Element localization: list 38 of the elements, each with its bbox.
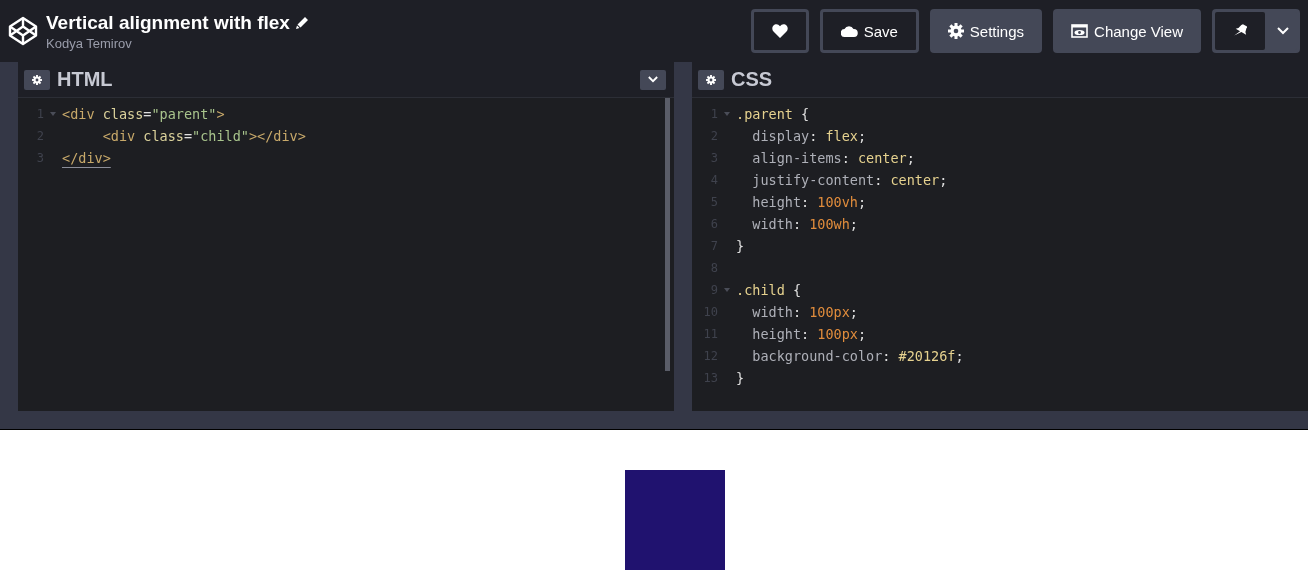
collapse-button[interactable] <box>640 69 666 90</box>
caret-icon <box>1277 27 1289 35</box>
gear-icon <box>32 74 42 85</box>
settings-icon-button[interactable] <box>24 69 50 90</box>
eye-window-icon <box>1071 24 1089 38</box>
code-line: } <box>736 237 745 256</box>
code-line: <div class="child"></div> <box>101 127 306 146</box>
scrollbar[interactable] <box>665 98 670 371</box>
save-button[interactable]: Save <box>819 9 919 53</box>
code-line: <div class="parent"> <box>62 105 225 124</box>
pen-title: Vertical alignment with flex <box>46 11 290 34</box>
code-line: </div> <box>62 149 111 168</box>
heart-icon <box>771 24 788 38</box>
settings-icon-button[interactable] <box>698 69 724 90</box>
pin-button[interactable] <box>1215 12 1265 50</box>
pencil-icon[interactable] <box>295 16 308 29</box>
love-button[interactable] <box>750 9 809 53</box>
author-name[interactable]: Kodya Temirov <box>46 35 751 51</box>
code-line: height: 100px; <box>751 325 867 344</box>
cube-logo-icon[interactable] <box>8 16 38 46</box>
cloud-icon <box>840 25 858 37</box>
code-line: .child { <box>736 281 802 300</box>
code-line: justify-content: center; <box>751 171 948 190</box>
code-line: background-color: #20126f; <box>751 347 964 366</box>
change-view-button[interactable]: Change View <box>1053 9 1201 53</box>
caret-icon <box>648 76 658 83</box>
editor-title: HTML <box>57 68 113 91</box>
code-line: .parent { <box>736 105 810 124</box>
code-line: align-items: center; <box>751 149 915 168</box>
code-line: display: flex; <box>751 127 867 146</box>
editor-title: CSS <box>731 68 773 91</box>
code-line: } <box>736 369 745 388</box>
gear-icon <box>706 74 716 85</box>
code-line: width: 100wh; <box>751 215 858 234</box>
settings-icon <box>947 23 964 39</box>
settings-button[interactable]: Settings <box>929 9 1043 53</box>
code-line: width: 100px; <box>751 303 858 322</box>
code-line: height: 100vh; <box>751 193 867 212</box>
